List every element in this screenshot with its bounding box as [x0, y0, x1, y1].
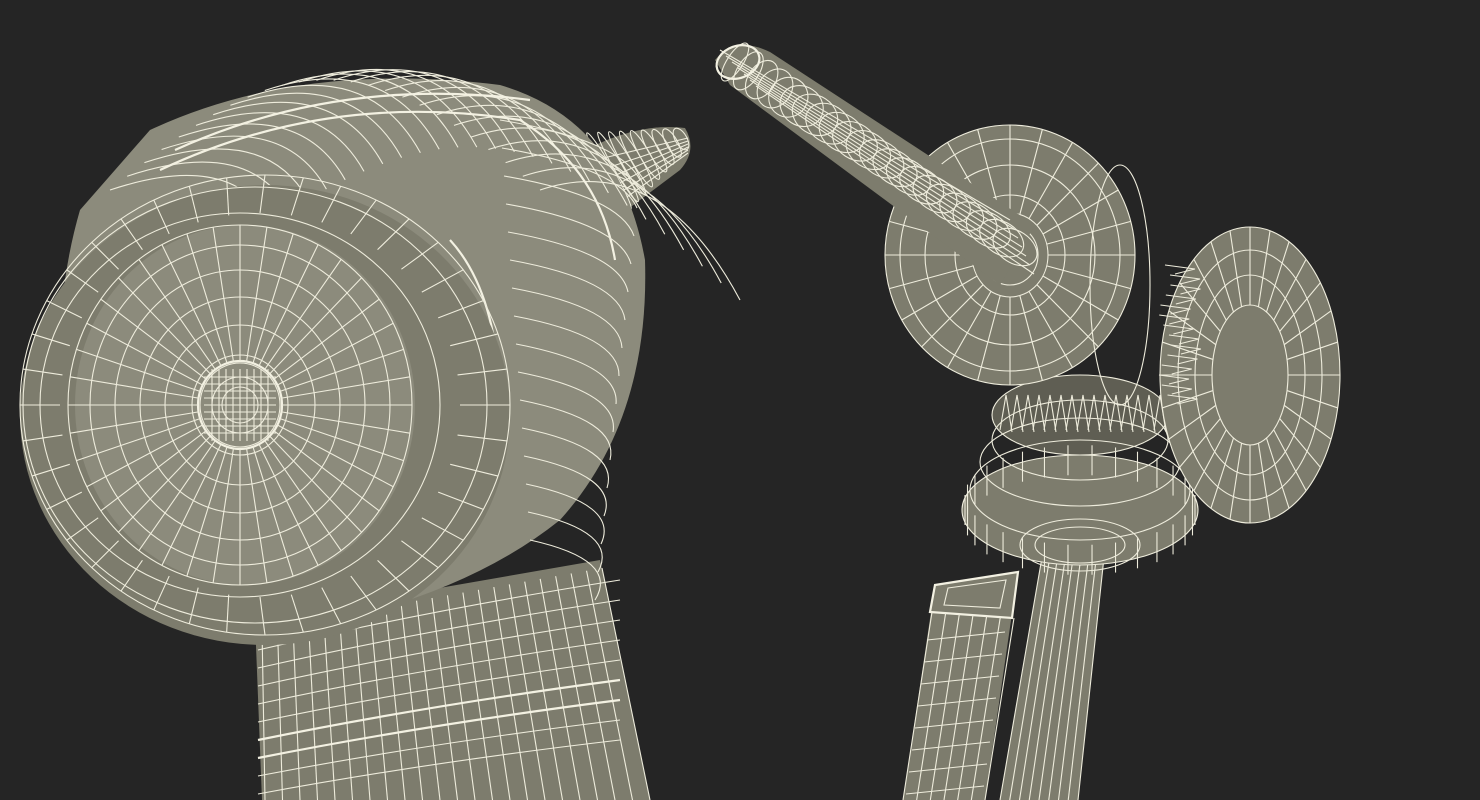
square-tube-rod [902, 570, 1020, 800]
handpiece-head-closeup [19, 68, 741, 800]
rear-gear-disc [1158, 226, 1341, 524]
handpiece-exploded-parts [715, 42, 1341, 800]
wireframe-render-canvas [19, 42, 1341, 800]
